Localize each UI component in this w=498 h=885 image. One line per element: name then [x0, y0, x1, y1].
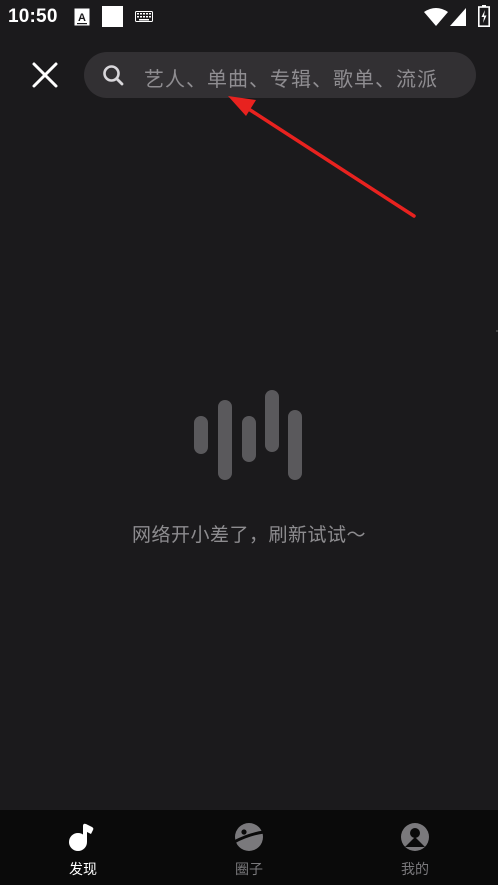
planet-icon: [232, 823, 266, 851]
battery-icon: [478, 5, 490, 27]
nav-item-mine[interactable]: 我的: [332, 810, 498, 885]
sound-wave-icon: [194, 390, 302, 480]
status-time: 10:50: [8, 6, 58, 27]
close-icon: [32, 62, 58, 88]
signal-icon: [450, 8, 466, 26]
status-bar: 10:50 A: [0, 0, 498, 34]
nav-label-discover: 发现: [69, 862, 97, 878]
bottom-nav: 发现 圈子 我的: [0, 810, 498, 885]
nav-label-circle: 圈子: [235, 862, 263, 878]
svg-text:A: A: [78, 12, 86, 24]
close-button[interactable]: [26, 56, 64, 94]
a-keyboard-icon: A: [74, 8, 90, 26]
square-icon: [102, 6, 123, 27]
keyboard-icon: [135, 11, 153, 22]
nav-item-discover[interactable]: 发现: [0, 810, 166, 885]
search-input[interactable]: 艺人、单曲、专辑、歌单、流派: [84, 52, 476, 98]
wifi-icon: [424, 8, 448, 26]
user-icon: [401, 823, 429, 851]
error-message: 网络开小差了，刷新试试～: [131, 524, 366, 546]
search-icon: [103, 65, 124, 86]
search-placeholder: 艺人、单曲、专辑、歌单、流派: [144, 67, 438, 91]
nav-item-circle[interactable]: 圈子: [166, 810, 332, 885]
music-note-icon: [69, 823, 94, 851]
nav-label-mine: 我的: [401, 862, 429, 878]
